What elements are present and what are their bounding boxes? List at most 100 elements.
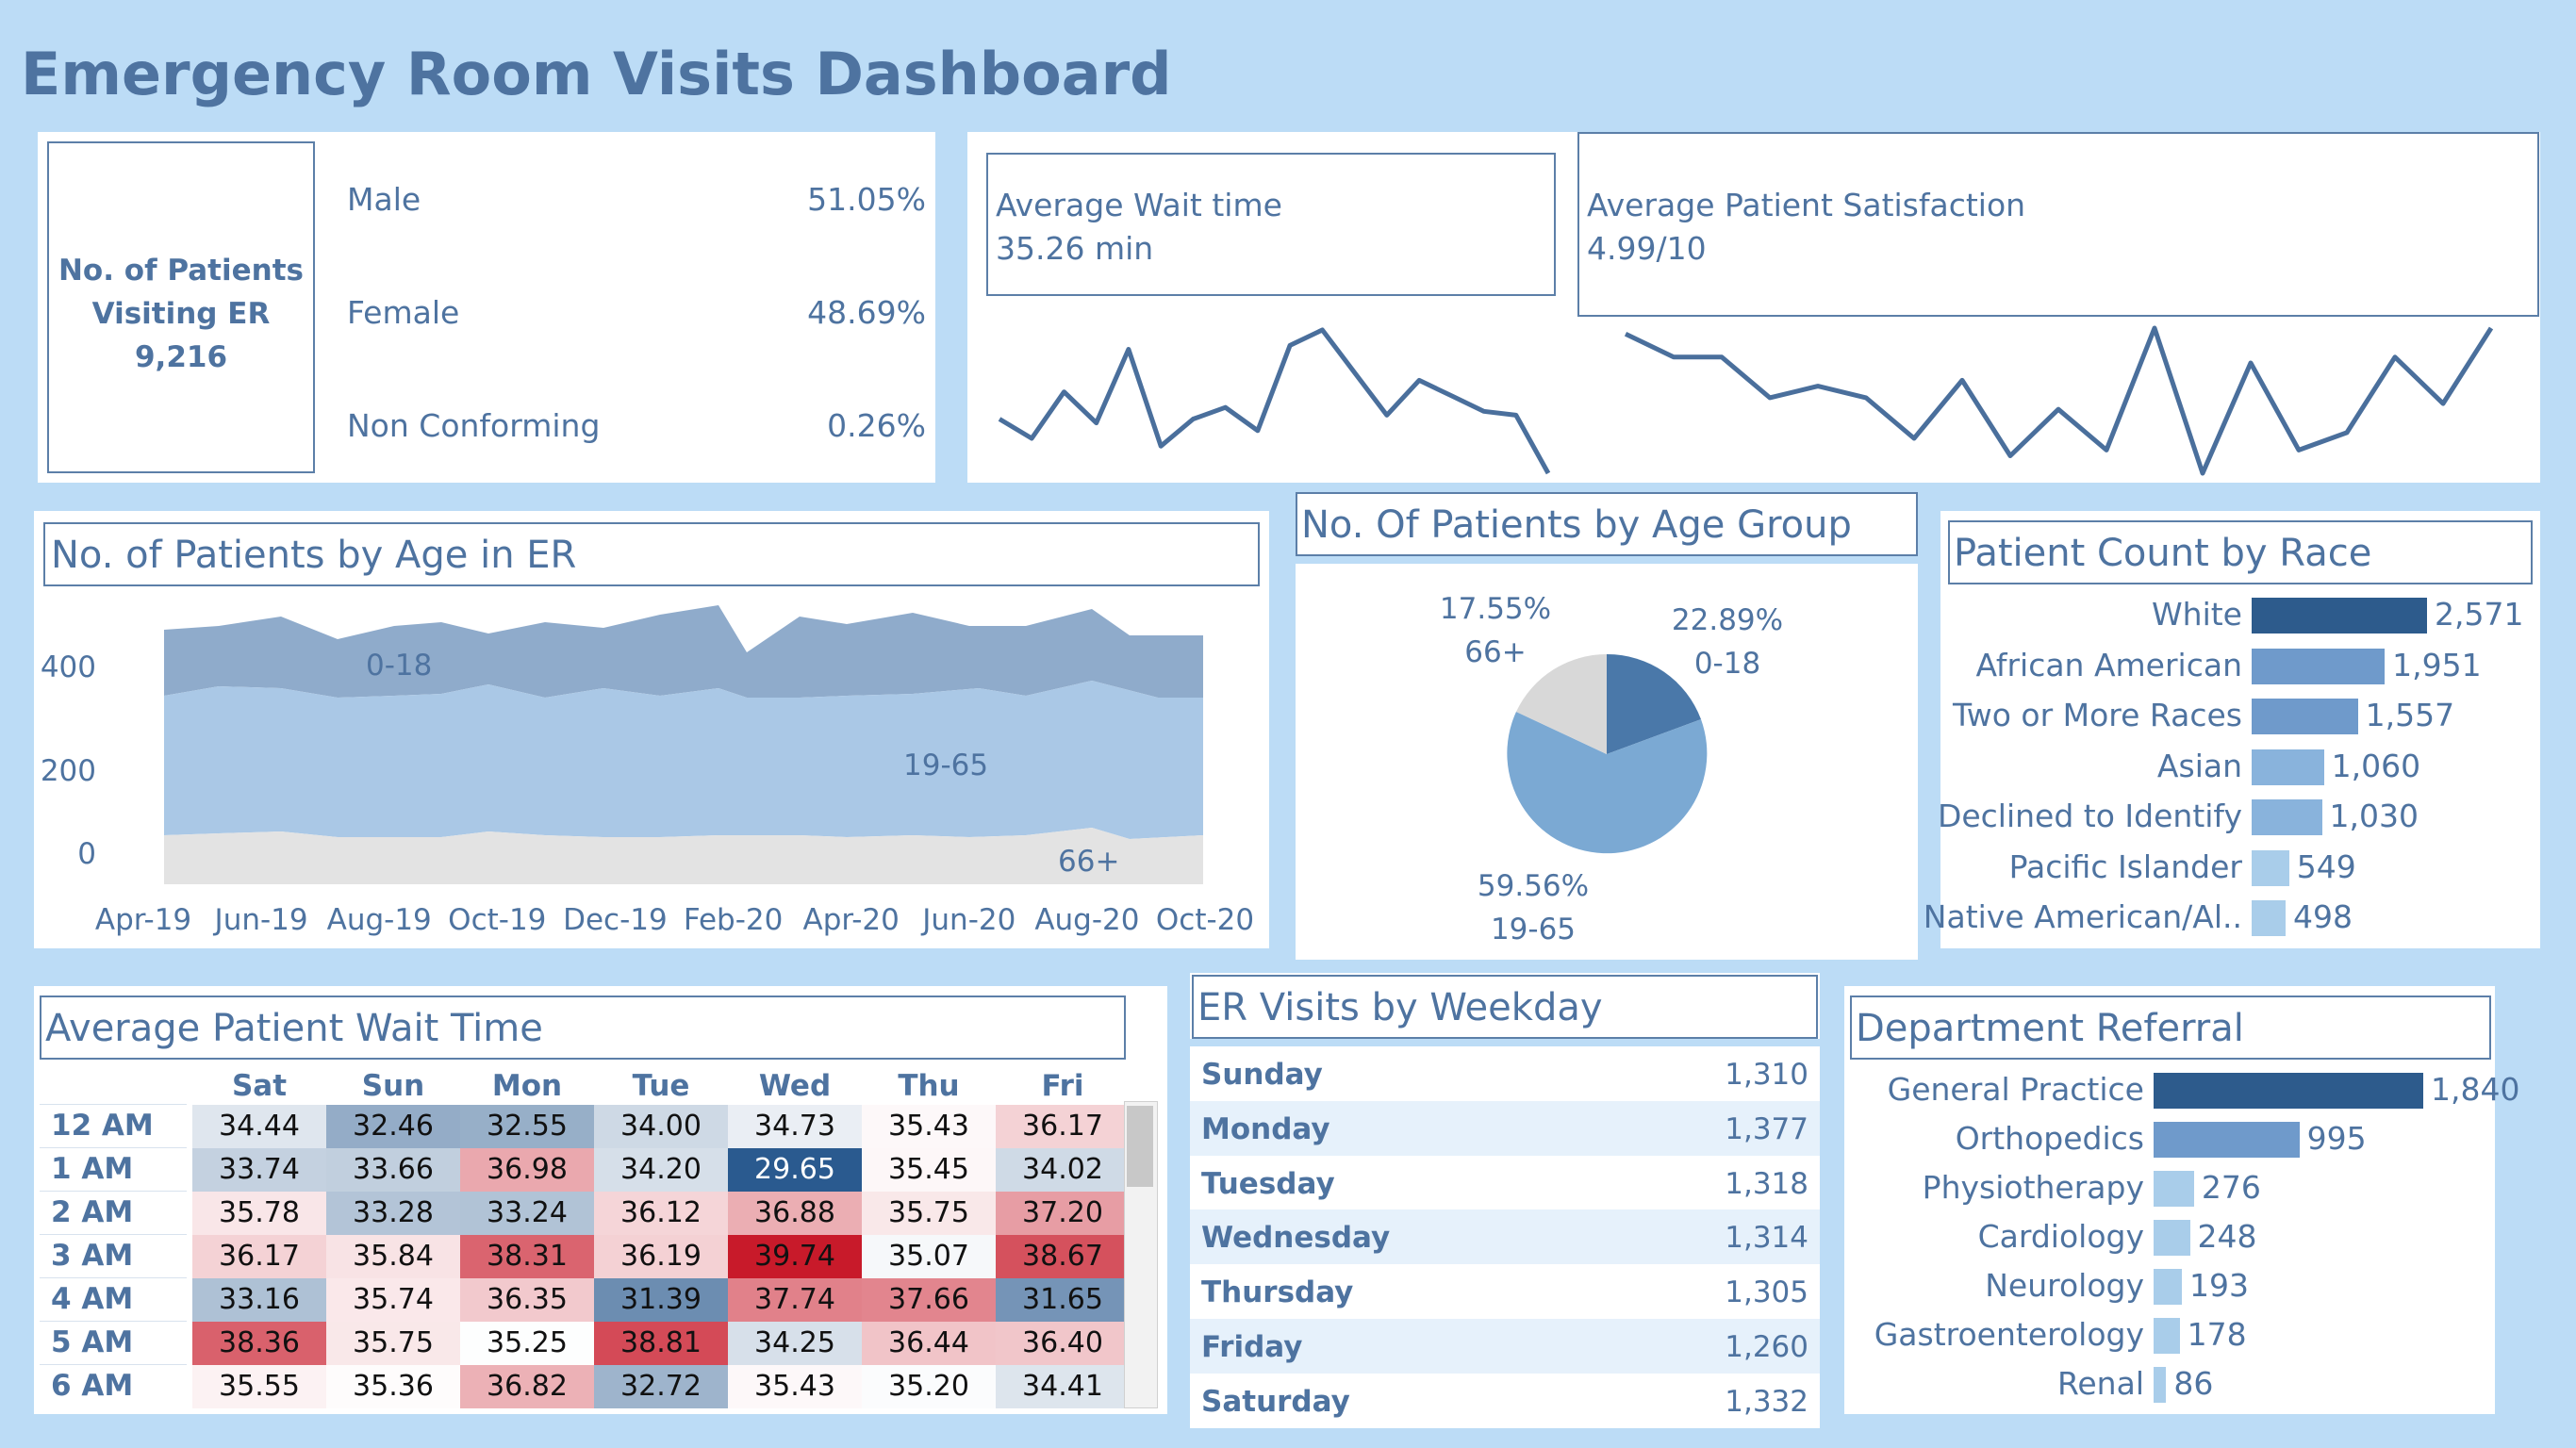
heatmap-cell[interactable]: 34.00 bbox=[594, 1105, 728, 1148]
weekday-row[interactable]: Saturday 1,332 bbox=[1190, 1373, 1820, 1428]
heatmap-cell[interactable]: 38.31 bbox=[460, 1235, 594, 1278]
heatmap-cell[interactable]: 35.43 bbox=[862, 1105, 996, 1148]
weekday-value: 1,377 bbox=[1725, 1111, 1808, 1146]
heatmap-cell[interactable]: 34.41 bbox=[996, 1365, 1130, 1408]
age-y-tick: 0 bbox=[77, 837, 96, 871]
heatmap-col-header: Sun bbox=[361, 1069, 425, 1103]
heatmap-cell[interactable]: 33.74 bbox=[192, 1148, 326, 1192]
heatmap-cell[interactable]: 38.81 bbox=[594, 1322, 728, 1365]
patients-count-label: No. of Patients bbox=[58, 254, 304, 288]
heatmap-cell[interactable]: 31.65 bbox=[996, 1278, 1130, 1322]
pie-label-19-65: 19-65 bbox=[1491, 913, 1576, 946]
weekday-row[interactable]: Sunday 1,310 bbox=[1190, 1046, 1820, 1101]
heatmap-cell[interactable]: 39.74 bbox=[728, 1235, 862, 1278]
heatmap-cell[interactable]: 37.66 bbox=[862, 1278, 996, 1322]
dept-row-bar[interactable] bbox=[2154, 1367, 2167, 1403]
dept-row-value: 178 bbox=[2187, 1316, 2247, 1353]
heatmap-row-divider bbox=[40, 1277, 187, 1278]
heatmap-col-header: Thu bbox=[898, 1069, 960, 1103]
heatmap-cell[interactable]: 32.72 bbox=[594, 1365, 728, 1408]
dept-row-bar[interactable] bbox=[2154, 1269, 2182, 1305]
weekday-title-box: ER Visits by Weekday bbox=[1192, 975, 1818, 1039]
heatmap-cell[interactable]: 35.45 bbox=[862, 1148, 996, 1192]
sparklines bbox=[998, 325, 2494, 476]
heatmap-cell[interactable]: 38.67 bbox=[996, 1235, 1130, 1278]
heatmap-cell[interactable]: 35.84 bbox=[326, 1235, 460, 1278]
weekday-row[interactable]: Friday 1,260 bbox=[1190, 1319, 1820, 1374]
pie-label-66-plus: 66+ bbox=[1464, 635, 1526, 669]
heatmap-cell[interactable]: 34.20 bbox=[594, 1148, 728, 1192]
race-row-label: Pacific Islander bbox=[2008, 847, 2242, 885]
gender-male-label: Male bbox=[347, 181, 421, 218]
race-row-value: 498 bbox=[2293, 898, 2353, 935]
heatmap-cell[interactable]: 36.98 bbox=[460, 1148, 594, 1192]
heatmap-cell[interactable]: 36.17 bbox=[192, 1235, 326, 1278]
heatmap-cell[interactable]: 34.44 bbox=[192, 1105, 326, 1148]
heatmap-cell[interactable]: 33.24 bbox=[460, 1192, 594, 1235]
heatmap-cell[interactable]: 36.12 bbox=[594, 1192, 728, 1235]
weekday-label: Thursday bbox=[1201, 1275, 1354, 1310]
weekday-row[interactable]: Monday 1,377 bbox=[1190, 1100, 1820, 1156]
dept-row-bar[interactable] bbox=[2154, 1318, 2180, 1354]
heatmap-cell[interactable]: 35.74 bbox=[326, 1278, 460, 1322]
heatmap-row-label: 1 AM bbox=[51, 1152, 134, 1186]
race-row-bar[interactable] bbox=[2252, 849, 2289, 886]
race-row-label: African American bbox=[1975, 646, 2242, 683]
heatmap-cell[interactable]: 35.25 bbox=[460, 1322, 594, 1365]
race-row-label: Declined to Identify bbox=[1937, 798, 2242, 834]
dept-row-bar[interactable] bbox=[2154, 1122, 2300, 1158]
heatmap-cell[interactable]: 35.55 bbox=[192, 1365, 326, 1408]
race-row-bar[interactable] bbox=[2252, 900, 2287, 936]
heatmap-cell[interactable]: 35.07 bbox=[862, 1235, 996, 1278]
race-row-value: 1,951 bbox=[2392, 646, 2482, 683]
race-row-bar[interactable] bbox=[2252, 598, 2427, 634]
weekday-row[interactable]: Wednesday 1,314 bbox=[1190, 1209, 1820, 1265]
heatmap-cell[interactable]: 32.46 bbox=[326, 1105, 460, 1148]
weekday-row[interactable]: Thursday 1,305 bbox=[1190, 1264, 1820, 1319]
race-row-bar[interactable] bbox=[2252, 749, 2324, 785]
heatmap-cell[interactable]: 33.28 bbox=[326, 1192, 460, 1235]
heatmap-cell[interactable]: 36.19 bbox=[594, 1235, 728, 1278]
heatmap-cell[interactable]: 31.39 bbox=[594, 1278, 728, 1322]
weekday-label: Saturday bbox=[1201, 1384, 1350, 1419]
heatmap-cell[interactable]: 33.66 bbox=[326, 1148, 460, 1192]
heatmap-cell[interactable]: 36.40 bbox=[996, 1322, 1130, 1365]
heatmap-cell[interactable]: 32.55 bbox=[460, 1105, 594, 1148]
heatmap-cell[interactable]: 35.20 bbox=[862, 1365, 996, 1408]
weekday-row[interactable]: Tuesday 1,318 bbox=[1190, 1155, 1820, 1210]
race-row-bar[interactable] bbox=[2252, 699, 2358, 734]
race-panel: Patient Count by Race White 2,571 African … bbox=[1924, 511, 2540, 948]
heatmap-cell[interactable]: 29.65 bbox=[728, 1148, 862, 1192]
heatmap-cell[interactable]: 37.74 bbox=[728, 1278, 862, 1322]
heatmap-cell[interactable]: 37.20 bbox=[996, 1192, 1130, 1235]
heatmap-cell[interactable]: 35.78 bbox=[192, 1192, 326, 1235]
dept-row-bar[interactable] bbox=[2154, 1171, 2194, 1207]
race-row-bar[interactable] bbox=[2252, 799, 2322, 835]
heatmap-cell[interactable]: 38.36 bbox=[192, 1322, 326, 1365]
department-panel: Department Referral General Practice 1,84… bbox=[1844, 986, 2519, 1414]
dept-row-bar[interactable] bbox=[2154, 1220, 2190, 1256]
age-x-tick: Oct-19 bbox=[448, 903, 546, 937]
heatmap-cell[interactable]: 34.73 bbox=[728, 1105, 862, 1148]
dept-row-bar[interactable] bbox=[2154, 1073, 2423, 1109]
heatmap-cell[interactable]: 35.43 bbox=[728, 1365, 862, 1408]
heatmap-cell[interactable]: 33.16 bbox=[192, 1278, 326, 1322]
heatmap-cell[interactable]: 36.35 bbox=[460, 1278, 594, 1322]
heatmap-cell[interactable]: 35.75 bbox=[862, 1192, 996, 1235]
heatmap-cell[interactable]: 34.25 bbox=[728, 1322, 862, 1365]
heatmap-cell[interactable]: 36.44 bbox=[862, 1322, 996, 1365]
weekday-label: Tuesday bbox=[1201, 1166, 1335, 1201]
heatmap-cell[interactable]: 36.88 bbox=[728, 1192, 862, 1235]
heatmap-cell[interactable]: 35.75 bbox=[326, 1322, 460, 1365]
race-row-bar[interactable] bbox=[2252, 648, 2386, 684]
heatmap-cell[interactable]: 35.36 bbox=[326, 1365, 460, 1408]
weekday-panel: ER Visits by Weekday Sunday 1,310 Monday 1,… bbox=[1190, 973, 1820, 1428]
heatmap-scrollbar[interactable] bbox=[1124, 1101, 1158, 1408]
age-x-tick: Apr-20 bbox=[803, 903, 900, 937]
heatmap-cell[interactable]: 36.17 bbox=[996, 1105, 1130, 1148]
heatmap-cell[interactable]: 36.82 bbox=[460, 1365, 594, 1408]
area-19-65 bbox=[164, 681, 1203, 839]
heatmap-scroll-thumb[interactable] bbox=[1127, 1106, 1153, 1187]
dept-row-value: 248 bbox=[2197, 1218, 2257, 1255]
heatmap-cell[interactable]: 34.02 bbox=[996, 1148, 1130, 1192]
